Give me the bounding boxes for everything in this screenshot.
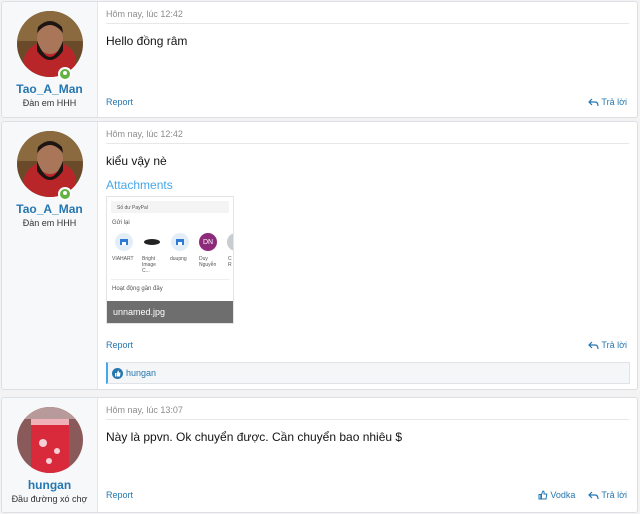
reply-icon <box>588 341 600 350</box>
like-label: Vodka <box>550 490 576 500</box>
post-main: Hôm nay, lúc 13:07 Này là ppvn. Ok chuyể… <box>98 398 637 512</box>
avatar[interactable] <box>16 131 83 201</box>
preview-contact: duupng <box>170 256 187 262</box>
reply-button[interactable]: Trả lời <box>588 97 627 107</box>
post-3: hungan Đầu đường xó chợ Hôm nay, lúc 13:… <box>1 397 638 513</box>
username[interactable]: Tao_A_Man <box>16 82 82 96</box>
report-link[interactable]: Report <box>106 340 133 350</box>
brand-logo-icon <box>143 233 161 251</box>
post-date[interactable]: Hôm nay, lúc 13:07 <box>106 398 629 420</box>
report-link[interactable]: Report <box>106 97 133 107</box>
reply-button[interactable]: Trả lời <box>588 490 627 500</box>
post-1: Tao_A_Man Đàn em HHH Hôm nay, lúc 12:42 … <box>1 1 638 118</box>
post-body: Này là ppvn. Ok chuyển được. Cần chuyển … <box>106 430 403 444</box>
preview-contact: Bright Image C... <box>142 256 156 274</box>
post-footer: Report Vodka Trả lời <box>106 490 627 500</box>
post-user-cell: hungan Đầu đường xó chợ <box>2 398 98 512</box>
preview-contact: VIAHART <box>112 256 134 262</box>
store-icon <box>115 233 133 251</box>
contact-initials-avatar: DN <box>199 233 217 251</box>
contact-initials: DN <box>202 238 214 246</box>
post-date[interactable]: Hôm nay, lúc 12:42 <box>106 2 629 24</box>
online-status-icon <box>57 187 72 201</box>
post-main: Hôm nay, lúc 12:42 Hello đồng râm Report… <box>98 2 637 117</box>
user-title: Đàn em HHH <box>22 98 77 108</box>
attachments-heading: Attachments <box>106 178 173 192</box>
post-main: Hôm nay, lúc 12:42 kiểu vậy nè Attachmen… <box>98 122 637 389</box>
post-body: Hello đồng râm <box>106 34 188 48</box>
like-reaction-icon <box>112 367 123 379</box>
post-footer: Report Trả lời <box>106 340 627 350</box>
reply-label: Trả lời <box>601 490 627 500</box>
reaction-user-link[interactable]: hungan <box>126 368 156 378</box>
reply-label: Trả lời <box>601 340 627 350</box>
reactions-bar: hungan <box>106 362 630 384</box>
avatar[interactable] <box>16 407 83 473</box>
reply-button[interactable]: Trả lời <box>588 340 627 350</box>
report-link[interactable]: Report <box>106 490 133 500</box>
username[interactable]: Tao_A_Man <box>16 202 82 216</box>
post-date[interactable]: Hôm nay, lúc 12:42 <box>106 122 629 144</box>
preview-paypal-line: Số dư PayPal <box>117 205 148 211</box>
thumbs-up-icon <box>538 490 548 500</box>
username[interactable]: hungan <box>28 478 71 492</box>
preview-section-recent: Hoạt động gần đây <box>112 286 163 292</box>
like-button[interactable]: Vodka <box>538 490 575 500</box>
preview-contact: C R <box>228 256 232 268</box>
store-icon <box>171 233 189 251</box>
attachment-thumbnail[interactable]: Số dư PayPal Gửi lại DN VIAHART Bright I… <box>106 196 234 324</box>
post-footer: Report Trả lời <box>106 97 627 107</box>
user-title: Đầu đường xó chợ <box>11 494 88 504</box>
post-user-cell: Tao_A_Man Đàn em HHH <box>2 122 98 389</box>
post-body: kiểu vậy nè <box>106 154 167 168</box>
user-title: Đàn em HHH <box>22 218 77 228</box>
post-2: Tao_A_Man Đàn em HHH Hôm nay, lúc 12:42 … <box>1 121 638 390</box>
reply-icon <box>588 491 600 500</box>
post-user-cell: Tao_A_Man Đàn em HHH <box>2 2 98 117</box>
reply-label: Trả lời <box>601 97 627 107</box>
attachment-filename[interactable]: unnamed.jpg <box>107 301 233 323</box>
avatar[interactable] <box>16 11 83 81</box>
contact-avatar <box>227 233 233 251</box>
preview-section-resend: Gửi lại <box>112 220 130 226</box>
preview-contact: Duy Nguyễn <box>199 256 217 268</box>
reply-icon <box>588 98 600 107</box>
online-status-icon <box>57 67 72 81</box>
